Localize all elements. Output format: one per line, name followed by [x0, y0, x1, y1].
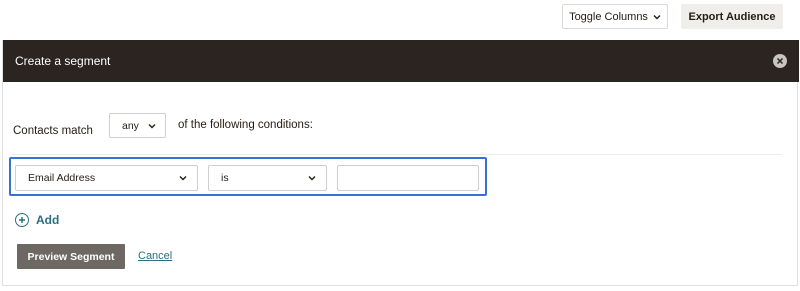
export-audience-button[interactable]: Export Audience — [681, 4, 783, 29]
add-condition-button[interactable]: Add — [15, 213, 59, 227]
export-audience-label: Export Audience — [688, 10, 776, 23]
panel-title: Create a segment — [15, 54, 111, 68]
match-prefix: Contacts match — [13, 118, 93, 144]
condition-field-select[interactable]: Email Address — [15, 165, 198, 191]
cancel-link[interactable]: Cancel — [138, 250, 172, 262]
segment-panel-header: Create a segment — [3, 40, 799, 82]
match-type-select[interactable]: any — [109, 113, 166, 138]
toggle-columns-label: Toggle Columns — [569, 10, 648, 23]
condition-value-input[interactable] — [337, 165, 479, 191]
plus-circle-icon — [15, 213, 29, 227]
top-toolbar: Toggle Columns Export Audience — [0, 0, 800, 40]
chevron-down-icon — [653, 14, 661, 19]
preview-segment-button[interactable]: Preview Segment — [17, 244, 125, 269]
condition-operator-select[interactable]: is — [208, 165, 327, 191]
chevron-down-icon — [308, 176, 316, 181]
match-prefix-label: Contacts match — [13, 125, 93, 137]
close-x-icon — [776, 57, 784, 65]
match-suffix: of the following conditions: — [178, 119, 313, 131]
close-icon[interactable] — [773, 54, 787, 68]
toggle-columns-button[interactable]: Toggle Columns — [562, 4, 668, 29]
match-type-value: any — [122, 119, 139, 132]
condition-operator-value: is — [221, 172, 229, 184]
chevron-down-icon — [148, 123, 156, 128]
divider — [12, 154, 782, 155]
preview-segment-label: Preview Segment — [27, 250, 115, 263]
chevron-down-icon — [179, 176, 187, 181]
plus-icon — [19, 217, 25, 223]
add-condition-label: Add — [36, 213, 60, 227]
condition-field-value: Email Address — [28, 172, 96, 184]
